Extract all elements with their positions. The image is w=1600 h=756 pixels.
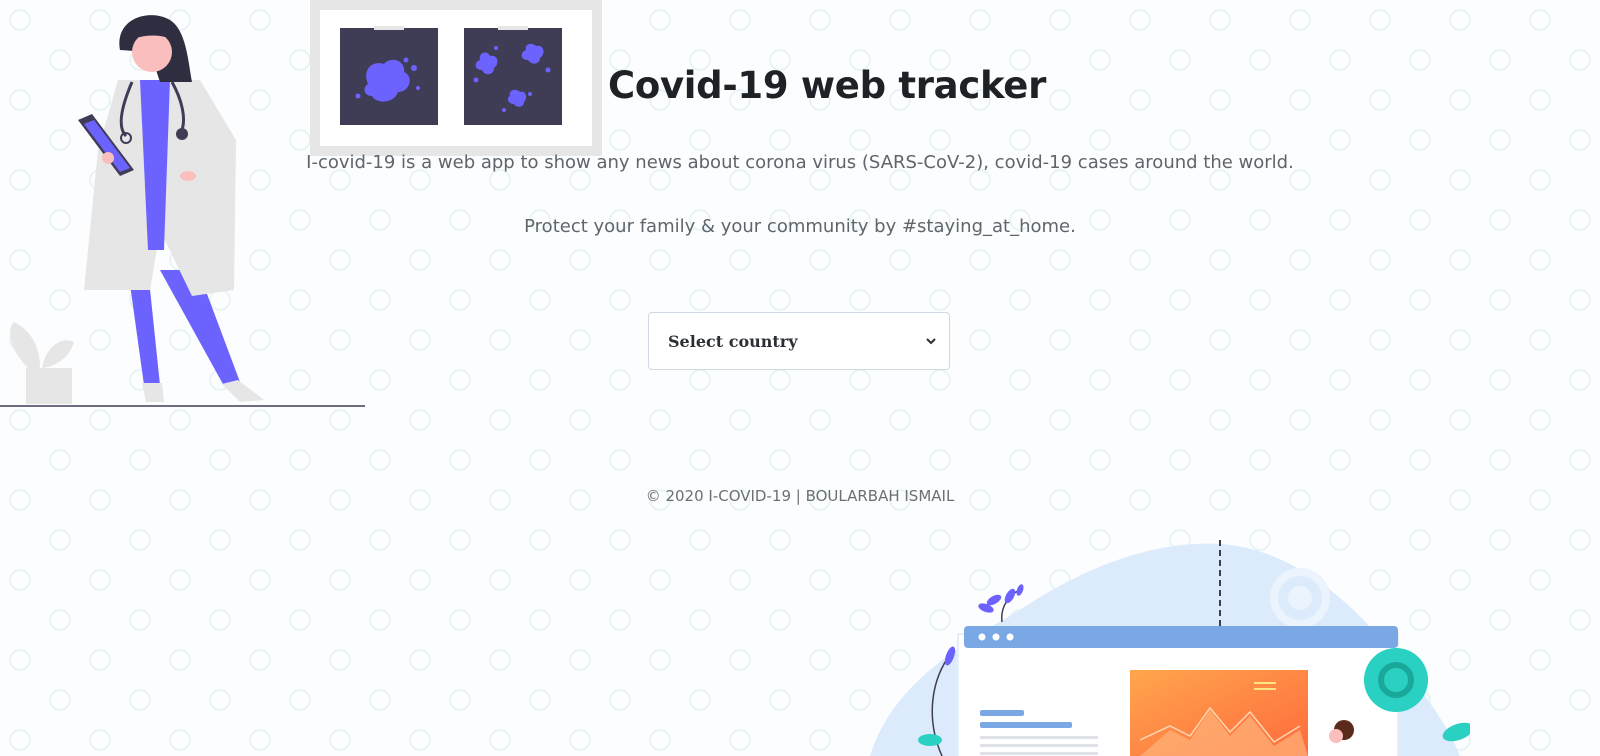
country-select-value: Select country (668, 331, 798, 351)
chevron-down-icon (926, 338, 936, 345)
dashboard-illustration (870, 540, 1470, 756)
country-select[interactable]: Select country (648, 312, 950, 370)
page-title: Covid-19 web tracker (608, 64, 1047, 107)
app-description: I-covid-19 is a web app to show any news… (306, 152, 1294, 173)
stay-home-tagline: Protect your family & your community by … (524, 216, 1076, 237)
virus-frame-illustration (310, 0, 602, 156)
footer-copyright: © 2020 I-COVID-19 | BOULARBAH ISMAIL (645, 487, 955, 505)
plant-illustration (10, 322, 74, 404)
